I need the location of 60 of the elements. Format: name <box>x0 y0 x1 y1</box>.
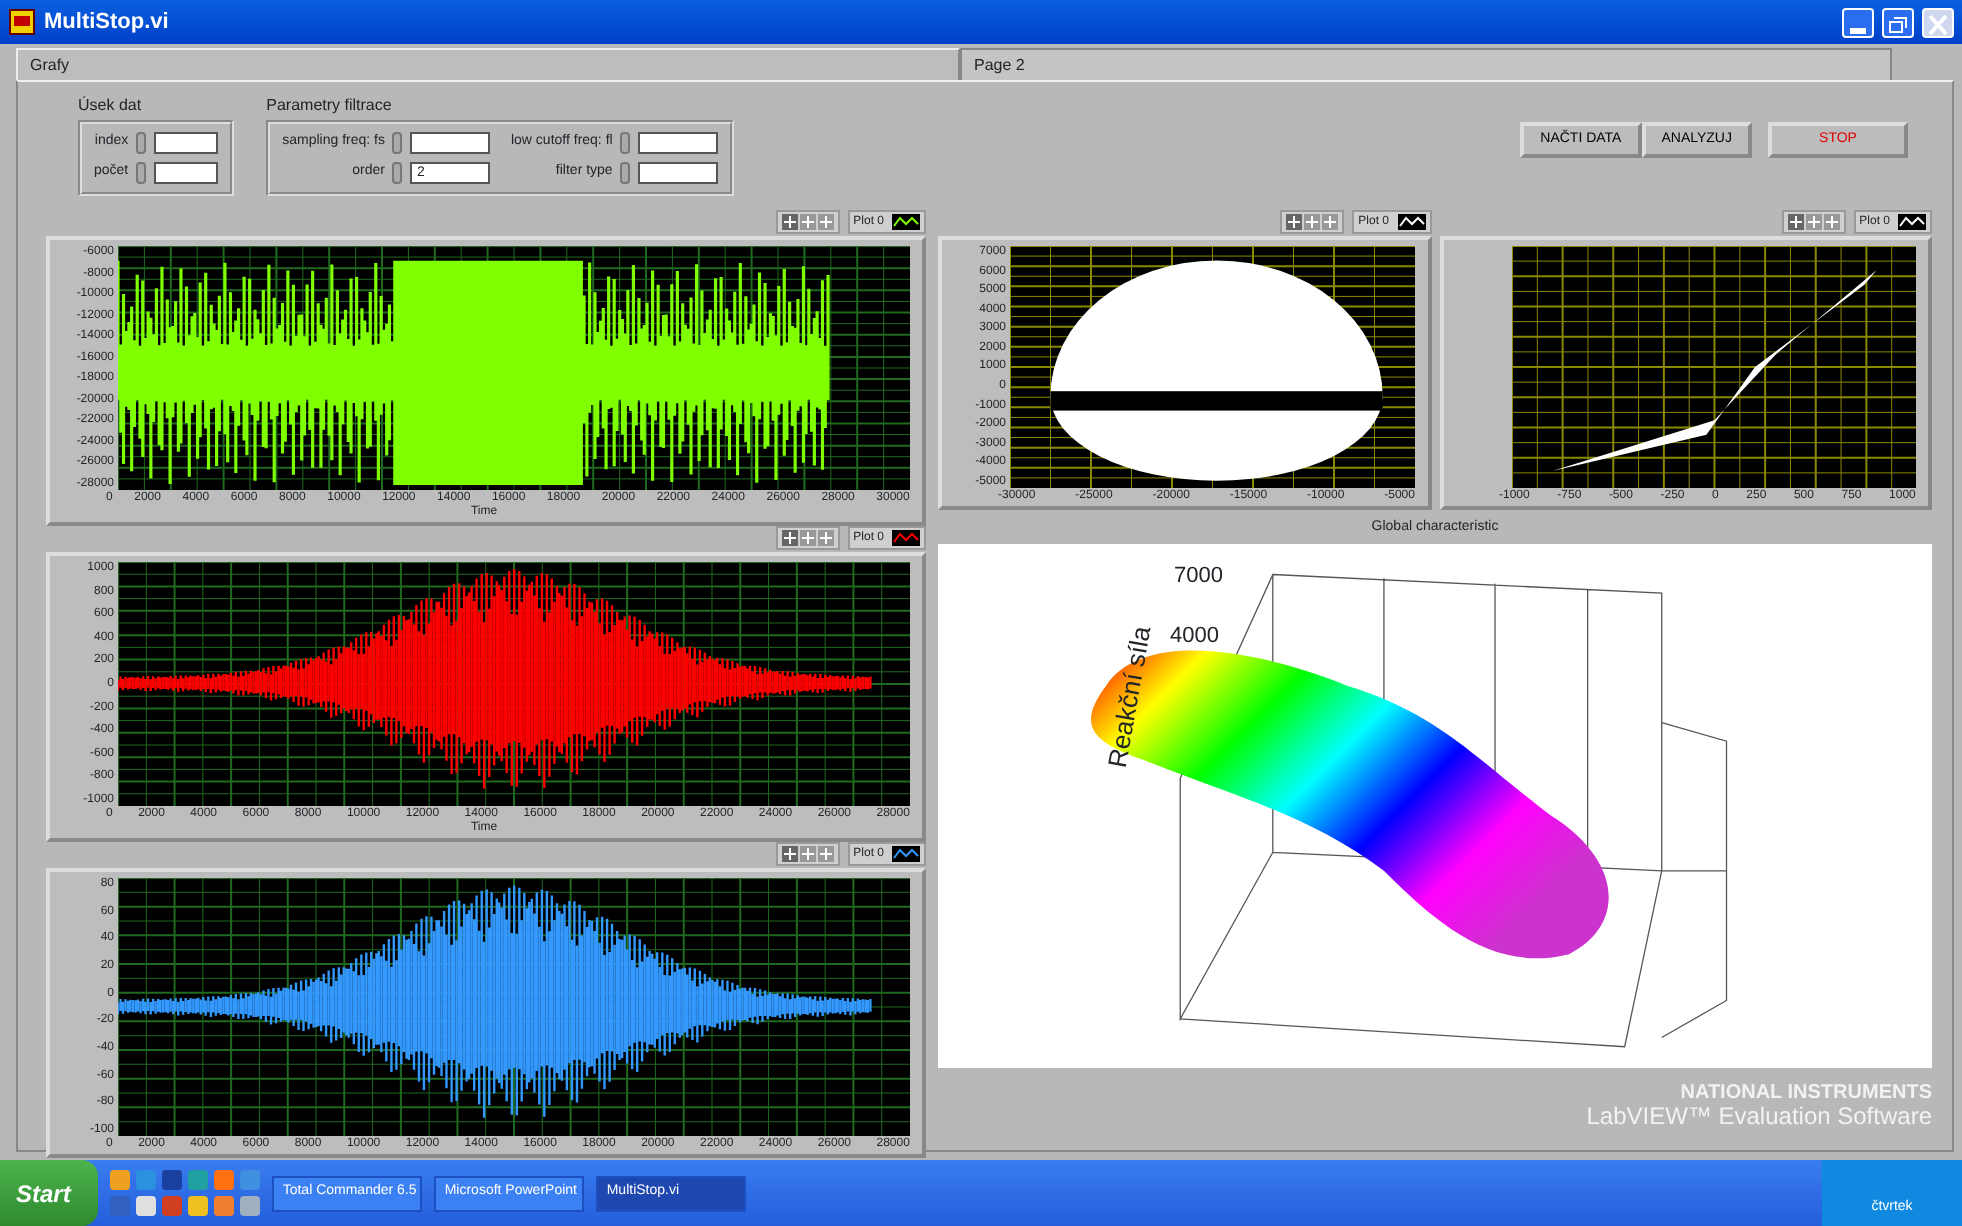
crosshair-tool-icon[interactable] <box>1304 214 1321 230</box>
numeric-field[interactable] <box>638 132 719 154</box>
graph-palette[interactable] <box>1280 210 1345 234</box>
numeric-field[interactable] <box>410 132 491 154</box>
crosshair-tool-icon[interactable] <box>799 846 816 862</box>
crosshair-tool-icon[interactable] <box>1322 214 1339 230</box>
window-title: MultiStop.vi <box>44 7 169 38</box>
legend-swatch <box>892 214 920 230</box>
crosshair-tool-icon[interactable] <box>817 214 834 230</box>
graph-palette[interactable] <box>775 842 840 866</box>
watermark-brand: NATIONAL INSTRUMENTS <box>1678 1083 1932 1103</box>
crosshair-tool-icon[interactable] <box>1787 214 1804 230</box>
graph-palette[interactable] <box>1781 210 1846 234</box>
restore-button[interactable] <box>1882 7 1914 37</box>
legend-swatch <box>1397 214 1425 230</box>
watermark-product: LabVIEW™ Evaluation Software <box>1584 1103 1932 1127</box>
crosshair-tool-icon[interactable] <box>799 214 816 230</box>
crosshair-tool-icon[interactable] <box>781 530 798 546</box>
spinner-control[interactable] <box>136 162 147 184</box>
tab[interactable]: Grafy <box>16 48 960 80</box>
crosshair-tool-icon[interactable] <box>1823 214 1840 230</box>
close-button[interactable] <box>1922 7 1954 37</box>
launcher-icon[interactable] <box>162 1170 183 1190</box>
restore-icon <box>1886 14 1910 37</box>
spinner-control[interactable] <box>392 132 403 154</box>
launcher-icon[interactable] <box>136 1196 157 1216</box>
group-title: Parametry filtrace <box>266 94 394 118</box>
axis-tick-label: 7000 <box>1174 561 1223 591</box>
spinner-control[interactable] <box>620 162 631 184</box>
minimize-icon <box>1850 28 1866 35</box>
crosshair-tool-icon[interactable] <box>817 530 834 546</box>
launcher-icon[interactable] <box>240 1196 261 1216</box>
tab[interactable]: Page 2 <box>960 48 1892 80</box>
legend-swatch <box>1898 214 1926 230</box>
crosshair-tool-icon[interactable] <box>781 214 798 230</box>
axis-tick-label: 4000 <box>1170 621 1219 651</box>
graph-palette[interactable] <box>775 210 840 234</box>
launcher-icon[interactable] <box>214 1196 235 1216</box>
numeric-field[interactable] <box>154 132 219 154</box>
legend-swatch <box>892 846 920 862</box>
crosshair-tool-icon[interactable] <box>817 846 834 862</box>
numeric-field[interactable] <box>638 162 719 184</box>
minimize-button[interactable] <box>1842 7 1874 37</box>
spinner-control[interactable] <box>392 162 403 184</box>
close-icon <box>1926 14 1950 37</box>
crosshair-tool-icon[interactable] <box>781 846 798 862</box>
axis-title: Reakční síla <box>1099 622 1159 770</box>
numeric-field[interactable] <box>154 162 219 184</box>
crosshair-tool-icon[interactable] <box>799 530 816 546</box>
launcher-icon[interactable] <box>214 1170 235 1190</box>
launcher-icon[interactable] <box>188 1196 209 1216</box>
spinner-control[interactable] <box>620 132 631 154</box>
crosshair-tool-icon[interactable] <box>1805 214 1822 230</box>
app-icon <box>8 8 36 36</box>
launcher-icon[interactable] <box>110 1170 131 1190</box>
graph-palette[interactable] <box>775 526 840 550</box>
spinner-control[interactable] <box>136 132 147 154</box>
group-title: Úsek dat <box>78 94 144 118</box>
crosshair-tool-icon[interactable] <box>1286 214 1303 230</box>
legend-swatch <box>892 530 920 546</box>
